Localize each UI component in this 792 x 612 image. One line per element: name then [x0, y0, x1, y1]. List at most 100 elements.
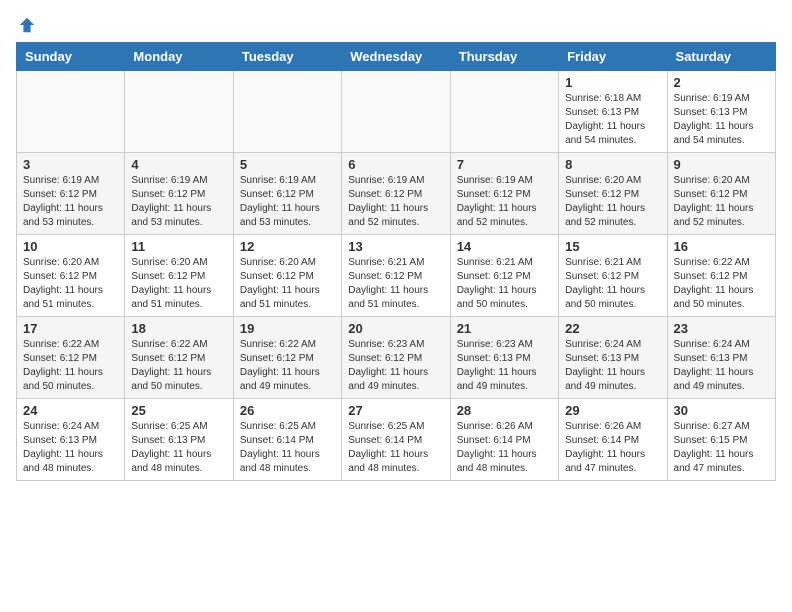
- calendar-cell: 5 Sunrise: 6:19 AM Sunset: 6:12 PM Daylig…: [233, 153, 341, 235]
- page-header: [16, 16, 776, 34]
- calendar-cell: 11 Sunrise: 6:20 AM Sunset: 6:12 PM Dayli…: [125, 235, 233, 317]
- calendar-cell: 12 Sunrise: 6:20 AM Sunset: 6:12 PM Dayli…: [233, 235, 341, 317]
- calendar-cell: [233, 71, 341, 153]
- day-number: 30: [674, 403, 769, 418]
- day-number: 2: [674, 75, 769, 90]
- day-number: 24: [23, 403, 118, 418]
- day-number: 17: [23, 321, 118, 336]
- calendar-header-monday: Monday: [125, 43, 233, 71]
- day-number: 28: [457, 403, 552, 418]
- day-info: Sunrise: 6:20 AM Sunset: 6:12 PM Dayligh…: [674, 174, 769, 230]
- calendar-cell: 21 Sunrise: 6:23 AM Sunset: 6:13 PM Dayli…: [450, 317, 558, 399]
- day-number: 15: [565, 239, 660, 254]
- day-info: Sunrise: 6:25 AM Sunset: 6:14 PM Dayligh…: [348, 420, 443, 476]
- day-number: 16: [674, 239, 769, 254]
- day-number: 21: [457, 321, 552, 336]
- logo-icon: [18, 16, 36, 34]
- day-number: 18: [131, 321, 226, 336]
- calendar-week-row: 17 Sunrise: 6:22 AM Sunset: 6:12 PM Dayli…: [17, 317, 776, 399]
- calendar-cell: 26 Sunrise: 6:25 AM Sunset: 6:14 PM Dayli…: [233, 399, 341, 481]
- day-number: 25: [131, 403, 226, 418]
- day-number: 20: [348, 321, 443, 336]
- calendar-cell: 18 Sunrise: 6:22 AM Sunset: 6:12 PM Dayli…: [125, 317, 233, 399]
- day-number: 23: [674, 321, 769, 336]
- day-number: 4: [131, 157, 226, 172]
- day-info: Sunrise: 6:26 AM Sunset: 6:14 PM Dayligh…: [565, 420, 660, 476]
- day-info: Sunrise: 6:19 AM Sunset: 6:12 PM Dayligh…: [240, 174, 335, 230]
- day-number: 8: [565, 157, 660, 172]
- day-info: Sunrise: 6:21 AM Sunset: 6:12 PM Dayligh…: [565, 256, 660, 312]
- calendar-cell: 3 Sunrise: 6:19 AM Sunset: 6:12 PM Daylig…: [17, 153, 125, 235]
- day-info: Sunrise: 6:25 AM Sunset: 6:14 PM Dayligh…: [240, 420, 335, 476]
- day-info: Sunrise: 6:20 AM Sunset: 6:12 PM Dayligh…: [240, 256, 335, 312]
- logo: [16, 16, 36, 34]
- calendar-cell: 2 Sunrise: 6:19 AM Sunset: 6:13 PM Daylig…: [667, 71, 775, 153]
- day-number: 11: [131, 239, 226, 254]
- calendar-cell: 1 Sunrise: 6:18 AM Sunset: 6:13 PM Daylig…: [559, 71, 667, 153]
- calendar-week-row: 1 Sunrise: 6:18 AM Sunset: 6:13 PM Daylig…: [17, 71, 776, 153]
- day-info: Sunrise: 6:21 AM Sunset: 6:12 PM Dayligh…: [457, 256, 552, 312]
- calendar-cell: [17, 71, 125, 153]
- calendar-cell: 16 Sunrise: 6:22 AM Sunset: 6:12 PM Dayli…: [667, 235, 775, 317]
- calendar-cell: 8 Sunrise: 6:20 AM Sunset: 6:12 PM Daylig…: [559, 153, 667, 235]
- calendar-cell: 22Sunrise: 6:24 AM Sunset: 6:13 PM Dayli…: [559, 317, 667, 399]
- calendar-cell: 17 Sunrise: 6:22 AM Sunset: 6:12 PM Dayli…: [17, 317, 125, 399]
- day-info: Sunrise: 6:27 AM Sunset: 6:15 PM Dayligh…: [674, 420, 769, 476]
- day-number: 6: [348, 157, 443, 172]
- calendar-cell: 4 Sunrise: 6:19 AM Sunset: 6:12 PM Daylig…: [125, 153, 233, 235]
- day-info: Sunrise: 6:20 AM Sunset: 6:12 PM Dayligh…: [565, 174, 660, 230]
- calendar-cell: 29 Sunrise: 6:26 AM Sunset: 6:14 PM Dayli…: [559, 399, 667, 481]
- day-number: 14: [457, 239, 552, 254]
- day-info: Sunrise: 6:19 AM Sunset: 6:13 PM Dayligh…: [674, 92, 769, 148]
- day-number: 10: [23, 239, 118, 254]
- calendar-cell: 25 Sunrise: 6:25 AM Sunset: 6:13 PM Dayli…: [125, 399, 233, 481]
- day-info: Sunrise: 6:19 AM Sunset: 6:12 PM Dayligh…: [457, 174, 552, 230]
- calendar-week-row: 3 Sunrise: 6:19 AM Sunset: 6:12 PM Daylig…: [17, 153, 776, 235]
- day-number: 9: [674, 157, 769, 172]
- day-info: Sunrise: 6:22 AM Sunset: 6:12 PM Dayligh…: [23, 338, 118, 394]
- day-info: Sunrise: 6:22 AM Sunset: 6:12 PM Dayligh…: [674, 256, 769, 312]
- calendar: SundayMondayTuesdayWednesdayThursdayFrid…: [16, 42, 776, 481]
- calendar-cell: 24Sunrise: 6:24 AM Sunset: 6:13 PM Dayli…: [17, 399, 125, 481]
- calendar-cell: 28Sunrise: 6:26 AM Sunset: 6:14 PM Dayli…: [450, 399, 558, 481]
- day-info: Sunrise: 6:19 AM Sunset: 6:12 PM Dayligh…: [23, 174, 118, 230]
- day-info: Sunrise: 6:21 AM Sunset: 6:12 PM Dayligh…: [348, 256, 443, 312]
- day-info: Sunrise: 6:20 AM Sunset: 6:12 PM Dayligh…: [23, 256, 118, 312]
- day-number: 1: [565, 75, 660, 90]
- day-info: Sunrise: 6:24 AM Sunset: 6:13 PM Dayligh…: [674, 338, 769, 394]
- day-number: 13: [348, 239, 443, 254]
- calendar-cell: 27 Sunrise: 6:25 AM Sunset: 6:14 PM Dayli…: [342, 399, 450, 481]
- calendar-header-wednesday: Wednesday: [342, 43, 450, 71]
- calendar-cell: [342, 71, 450, 153]
- day-number: 7: [457, 157, 552, 172]
- calendar-cell: 9 Sunrise: 6:20 AM Sunset: 6:12 PM Daylig…: [667, 153, 775, 235]
- day-number: 3: [23, 157, 118, 172]
- calendar-week-row: 24Sunrise: 6:24 AM Sunset: 6:13 PM Dayli…: [17, 399, 776, 481]
- day-info: Sunrise: 6:20 AM Sunset: 6:12 PM Dayligh…: [131, 256, 226, 312]
- day-info: Sunrise: 6:23 AM Sunset: 6:13 PM Dayligh…: [457, 338, 552, 394]
- day-info: Sunrise: 6:19 AM Sunset: 6:12 PM Dayligh…: [131, 174, 226, 230]
- calendar-week-row: 10 Sunrise: 6:20 AM Sunset: 6:12 PM Dayli…: [17, 235, 776, 317]
- calendar-header-thursday: Thursday: [450, 43, 558, 71]
- calendar-cell: 7 Sunrise: 6:19 AM Sunset: 6:12 PM Daylig…: [450, 153, 558, 235]
- day-info: Sunrise: 6:22 AM Sunset: 6:12 PM Dayligh…: [240, 338, 335, 394]
- day-info: Sunrise: 6:22 AM Sunset: 6:12 PM Dayligh…: [131, 338, 226, 394]
- calendar-cell: [450, 71, 558, 153]
- calendar-cell: 15 Sunrise: 6:21 AM Sunset: 6:12 PM Dayli…: [559, 235, 667, 317]
- calendar-cell: 6 Sunrise: 6:19 AM Sunset: 6:12 PM Daylig…: [342, 153, 450, 235]
- day-number: 12: [240, 239, 335, 254]
- calendar-cell: 13 Sunrise: 6:21 AM Sunset: 6:12 PM Dayli…: [342, 235, 450, 317]
- day-number: 26: [240, 403, 335, 418]
- calendar-cell: [125, 71, 233, 153]
- calendar-header-friday: Friday: [559, 43, 667, 71]
- day-info: Sunrise: 6:23 AM Sunset: 6:12 PM Dayligh…: [348, 338, 443, 394]
- calendar-header-tuesday: Tuesday: [233, 43, 341, 71]
- day-number: 5: [240, 157, 335, 172]
- day-number: 22: [565, 321, 660, 336]
- day-number: 27: [348, 403, 443, 418]
- day-number: 29: [565, 403, 660, 418]
- day-info: Sunrise: 6:18 AM Sunset: 6:13 PM Dayligh…: [565, 92, 660, 148]
- day-info: Sunrise: 6:19 AM Sunset: 6:12 PM Dayligh…: [348, 174, 443, 230]
- day-number: 19: [240, 321, 335, 336]
- day-info: Sunrise: 6:25 AM Sunset: 6:13 PM Dayligh…: [131, 420, 226, 476]
